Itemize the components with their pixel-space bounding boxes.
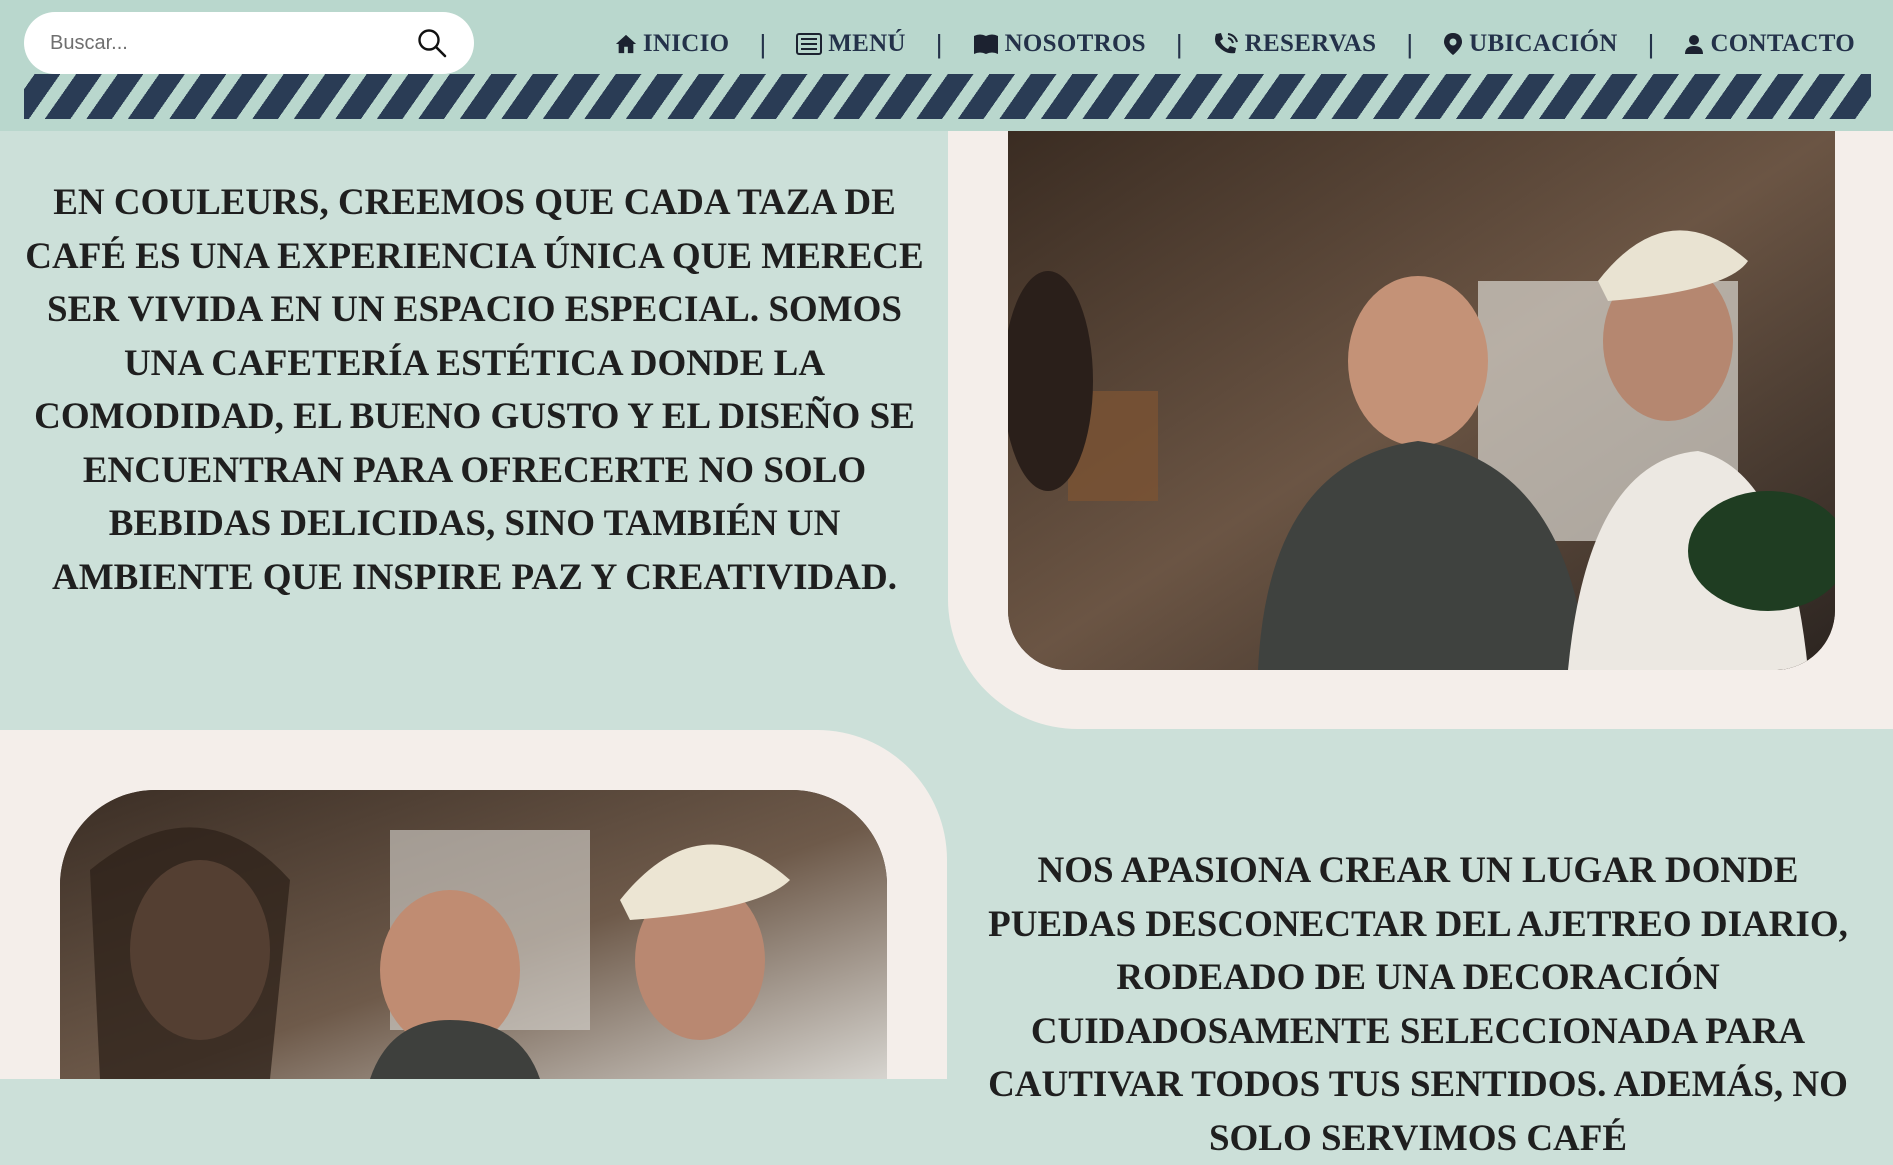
nav-item-inicio[interactable]: INICIO — [615, 30, 730, 58]
nav-label: CONTACTO — [1710, 30, 1855, 57]
location-pin-icon — [1443, 32, 1463, 56]
search-bar[interactable] — [24, 12, 474, 74]
nav-separator: | — [935, 28, 943, 59]
book-icon — [973, 33, 999, 55]
phone-icon — [1213, 32, 1239, 56]
nav-separator: | — [759, 28, 767, 59]
nav-item-reservas[interactable]: RESERVAS — [1213, 30, 1377, 58]
about-paragraph-2: Nos apasiona crear un lugar donde puedas… — [988, 850, 1848, 1159]
nav-item-nosotros[interactable]: NOSOTROS — [973, 30, 1146, 58]
nav-item-ubicacion[interactable]: UBICACIÓN — [1443, 30, 1618, 58]
nav-label: INICIO — [642, 30, 730, 57]
nav-label: MENÚ — [828, 30, 906, 57]
site-header: INICIO | MENÚ | NOSOTROS | RESERVAS | — [0, 0, 1893, 131]
nav-item-menu[interactable]: MENÚ — [796, 30, 906, 58]
search-icon[interactable] — [414, 25, 450, 61]
nav-item-contacto[interactable]: CONTACTO — [1684, 30, 1855, 58]
main-nav: INICIO | MENÚ | NOSOTROS | RESERVAS | UB… — [615, 24, 1855, 64]
nav-separator: | — [1406, 28, 1414, 59]
nav-separator: | — [1647, 28, 1655, 59]
menu-list-icon — [796, 33, 823, 55]
nav-label: UBICACIÓN — [1469, 30, 1618, 57]
cafe-photo-baristas-working — [60, 790, 887, 1079]
nav-label: NOSOTROS — [1004, 30, 1146, 57]
user-icon — [1684, 33, 1704, 55]
nav-label: RESERVAS — [1244, 30, 1377, 57]
search-input[interactable] — [48, 30, 414, 56]
decorative-stripe-band — [24, 74, 1871, 119]
cafe-photo-baristas-laughing — [1008, 131, 1835, 670]
home-icon — [615, 33, 637, 55]
nav-separator: | — [1175, 28, 1183, 59]
about-paragraph-1: En Couleurs, creemos que cada taza de ca… — [25, 182, 924, 598]
